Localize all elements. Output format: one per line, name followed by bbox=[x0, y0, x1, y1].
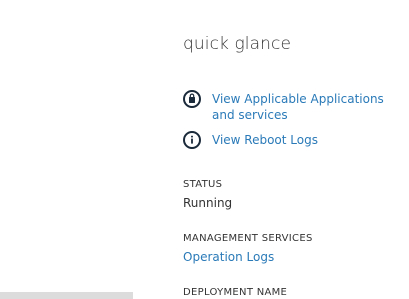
view-applications-label: View Applicable Applications and service… bbox=[212, 92, 384, 122]
panel-title: quick glance bbox=[183, 34, 292, 54]
operation-logs-link[interactable]: Operation Logs bbox=[183, 250, 274, 264]
status-value: Running bbox=[183, 196, 233, 210]
horizontal-scrollbar[interactable] bbox=[0, 292, 133, 299]
view-reboot-logs-label: View Reboot Logs bbox=[212, 133, 318, 147]
management-services-label: MANAGEMENT SERVICES bbox=[183, 233, 313, 244]
shopping-bag-icon bbox=[183, 90, 201, 108]
info-icon bbox=[183, 131, 201, 149]
left-pane bbox=[0, 0, 133, 299]
status-label: STATUS bbox=[183, 179, 223, 190]
deployment-name-label: DEPLOYMENT NAME bbox=[183, 287, 288, 298]
